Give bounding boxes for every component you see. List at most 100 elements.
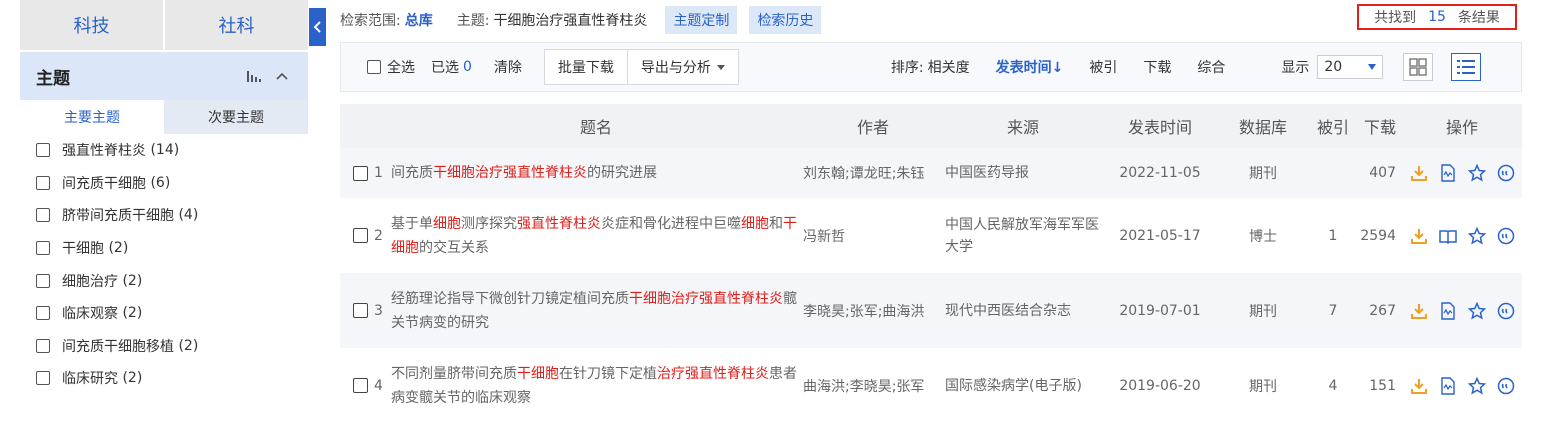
row-select[interactable]: 1 bbox=[341, 165, 389, 181]
download-icon[interactable] bbox=[1409, 226, 1429, 246]
title-text: 在针刀镜下定植 bbox=[559, 365, 657, 382]
select-all-checkbox[interactable] bbox=[367, 60, 381, 74]
clear-button[interactable]: 清除 bbox=[494, 57, 522, 77]
topic-subtabs: 主要主题 次要主题 bbox=[20, 100, 308, 134]
author-link[interactable]: 李晓昊;张军;曲海洪 bbox=[802, 273, 944, 348]
quote-icon[interactable] bbox=[1496, 163, 1516, 183]
topic-custom-button[interactable]: 主题定制 bbox=[665, 6, 738, 34]
search-history-button[interactable]: 检索历史 bbox=[749, 6, 822, 34]
source-link[interactable]: 中国医药导报 bbox=[944, 148, 1102, 198]
facet-checkbox[interactable] bbox=[36, 371, 50, 386]
title-text: 和 bbox=[769, 215, 783, 232]
download-icon[interactable] bbox=[1409, 163, 1429, 183]
facet-checkbox[interactable] bbox=[36, 273, 50, 288]
facet-count: (6) bbox=[150, 174, 171, 191]
article-title-link[interactable]: 基于单细胞测序探究强直性脊柱炎炎症和骨化进程中巨噬细胞和干细胞的交互关系 bbox=[390, 198, 802, 273]
topic-label: 主题: bbox=[456, 13, 490, 29]
row-checkbox[interactable] bbox=[353, 378, 368, 393]
cited-count[interactable]: 7 bbox=[1308, 273, 1358, 348]
html-reader-icon[interactable] bbox=[1438, 301, 1458, 321]
facet-checkbox[interactable] bbox=[36, 338, 50, 353]
page-size-select[interactable]: 20 bbox=[1317, 55, 1384, 79]
article-title-link[interactable]: 不同剂量脐带间充质干细胞在针刀镜下定植治疗强直性脊柱炎患者病变髋关节的临床观察 bbox=[390, 348, 802, 423]
source-link[interactable]: 国际感染病学(电子版) bbox=[944, 348, 1102, 423]
row-select[interactable]: 2 bbox=[341, 228, 389, 244]
list-view-button[interactable] bbox=[1451, 53, 1482, 81]
quote-icon[interactable] bbox=[1496, 226, 1516, 246]
cited-count[interactable] bbox=[1308, 148, 1358, 198]
star-icon[interactable] bbox=[1467, 301, 1487, 321]
sort-comprehensive[interactable]: 综合 bbox=[1197, 57, 1225, 77]
sort-cited[interactable]: 被引 bbox=[1089, 57, 1117, 77]
topic-facet-header[interactable]: 主题 bbox=[20, 52, 308, 100]
facet-item[interactable]: 间充质干细胞移植 (2) bbox=[20, 330, 308, 363]
facet-item[interactable]: 细胞治疗 (2) bbox=[20, 264, 308, 297]
quote-icon[interactable] bbox=[1496, 376, 1516, 396]
title-text: 的研究进展 bbox=[587, 165, 657, 181]
select-all[interactable]: 全选 bbox=[367, 57, 415, 77]
facet-checkbox[interactable] bbox=[36, 306, 50, 321]
facet-item[interactable]: 临床研究 (2) bbox=[20, 362, 308, 395]
star-icon[interactable] bbox=[1467, 376, 1487, 396]
tab-social-science[interactable]: 社科 bbox=[165, 0, 308, 50]
html-reader-icon[interactable] bbox=[1438, 163, 1458, 183]
row-checkbox[interactable] bbox=[353, 303, 368, 318]
star-icon[interactable] bbox=[1467, 226, 1487, 246]
result-count-number: 15 bbox=[1428, 9, 1446, 25]
facet-count: (2) bbox=[122, 305, 143, 322]
facet-item[interactable]: 临床观察 (2) bbox=[20, 297, 308, 330]
table-row: 3 经筋理论指导下微创针刀镜定植间充质干细胞治疗强直性脊柱炎髋关节病变的研究 李晓昊… bbox=[340, 273, 1522, 348]
download-icon[interactable] bbox=[1409, 376, 1429, 396]
cited-count[interactable]: 1 bbox=[1308, 198, 1358, 273]
sort-publish-date[interactable]: 发表时间↓ bbox=[996, 57, 1064, 77]
row-select[interactable]: 4 bbox=[341, 378, 389, 394]
facet-item[interactable]: 干细胞 (2) bbox=[20, 232, 308, 265]
quote-icon[interactable] bbox=[1496, 301, 1516, 321]
tab-major-topic[interactable]: 主要主题 bbox=[20, 100, 164, 134]
collapse-sidebar-button[interactable] bbox=[309, 8, 326, 46]
download-icon[interactable] bbox=[1409, 301, 1429, 321]
row-checkbox[interactable] bbox=[353, 228, 368, 243]
grid-view-button[interactable] bbox=[1403, 53, 1434, 81]
book-read-icon[interactable] bbox=[1438, 226, 1458, 246]
tab-science[interactable]: 科技 bbox=[20, 0, 163, 50]
chevron-up-icon[interactable] bbox=[272, 66, 292, 86]
title-highlight: 干细胞治疗强直性脊柱炎 bbox=[629, 290, 783, 307]
facet-checkbox[interactable] bbox=[36, 208, 50, 223]
tab-minor-topic[interactable]: 次要主题 bbox=[164, 100, 308, 134]
col-date: 发表时间 bbox=[1102, 104, 1218, 148]
source-link[interactable]: 现代中西医结合杂志 bbox=[944, 273, 1102, 348]
article-title-link[interactable]: 经筋理论指导下微创针刀镜定植间充质干细胞治疗强直性脊柱炎髋关节病变的研究 bbox=[390, 273, 802, 348]
publish-date: 2021-05-17 bbox=[1102, 198, 1218, 273]
batch-download-button[interactable]: 批量下载 bbox=[543, 49, 628, 85]
col-actions: 操作 bbox=[1402, 104, 1522, 148]
source-link[interactable]: 中国人民解放军海军军医大学 bbox=[944, 198, 1102, 273]
star-icon[interactable] bbox=[1467, 163, 1487, 183]
html-reader-icon[interactable] bbox=[1438, 376, 1458, 396]
database-type: 期刊 bbox=[1218, 348, 1308, 423]
author-link[interactable]: 刘东翰;谭龙旺;朱钰 bbox=[802, 148, 944, 198]
facet-checkbox[interactable] bbox=[36, 143, 50, 158]
sort-downloads[interactable]: 下载 bbox=[1143, 57, 1171, 77]
table-row: 1 间充质干细胞治疗强直性脊柱炎的研究进展 刘东翰;谭龙旺;朱钰 中国医药导报 2022… bbox=[340, 148, 1522, 198]
author-link[interactable]: 冯新哲 bbox=[802, 198, 944, 273]
author-link[interactable]: 曲海洪;李晓昊;张军 bbox=[802, 348, 944, 423]
sort-relevance[interactable]: 相关度 bbox=[928, 57, 970, 77]
article-title-link[interactable]: 间充质干细胞治疗强直性脊柱炎的研究进展 bbox=[390, 148, 802, 198]
facet-item[interactable]: 脐带间充质干细胞 (4) bbox=[20, 199, 308, 232]
download-count: 151 bbox=[1358, 348, 1402, 423]
cited-count[interactable]: 4 bbox=[1308, 348, 1358, 423]
col-source: 来源 bbox=[944, 104, 1102, 148]
row-index: 2 bbox=[374, 227, 383, 244]
facet-checkbox[interactable] bbox=[36, 175, 50, 190]
bar-chart-icon[interactable] bbox=[244, 66, 264, 86]
scope-value[interactable]: 总库 bbox=[405, 10, 433, 30]
facet-item[interactable]: 间充质干细胞 (6) bbox=[20, 167, 308, 200]
export-analyze-dropdown[interactable]: 导出与分析 bbox=[627, 49, 739, 85]
row-checkbox[interactable] bbox=[353, 165, 368, 181]
row-select[interactable]: 3 bbox=[341, 303, 389, 319]
facet-checkbox[interactable] bbox=[36, 241, 50, 256]
facet-label: 脐带间充质干细胞 bbox=[62, 208, 174, 225]
database-type: 博士 bbox=[1218, 198, 1308, 273]
facet-item[interactable]: 强直性脊柱炎 (14) bbox=[20, 134, 308, 167]
